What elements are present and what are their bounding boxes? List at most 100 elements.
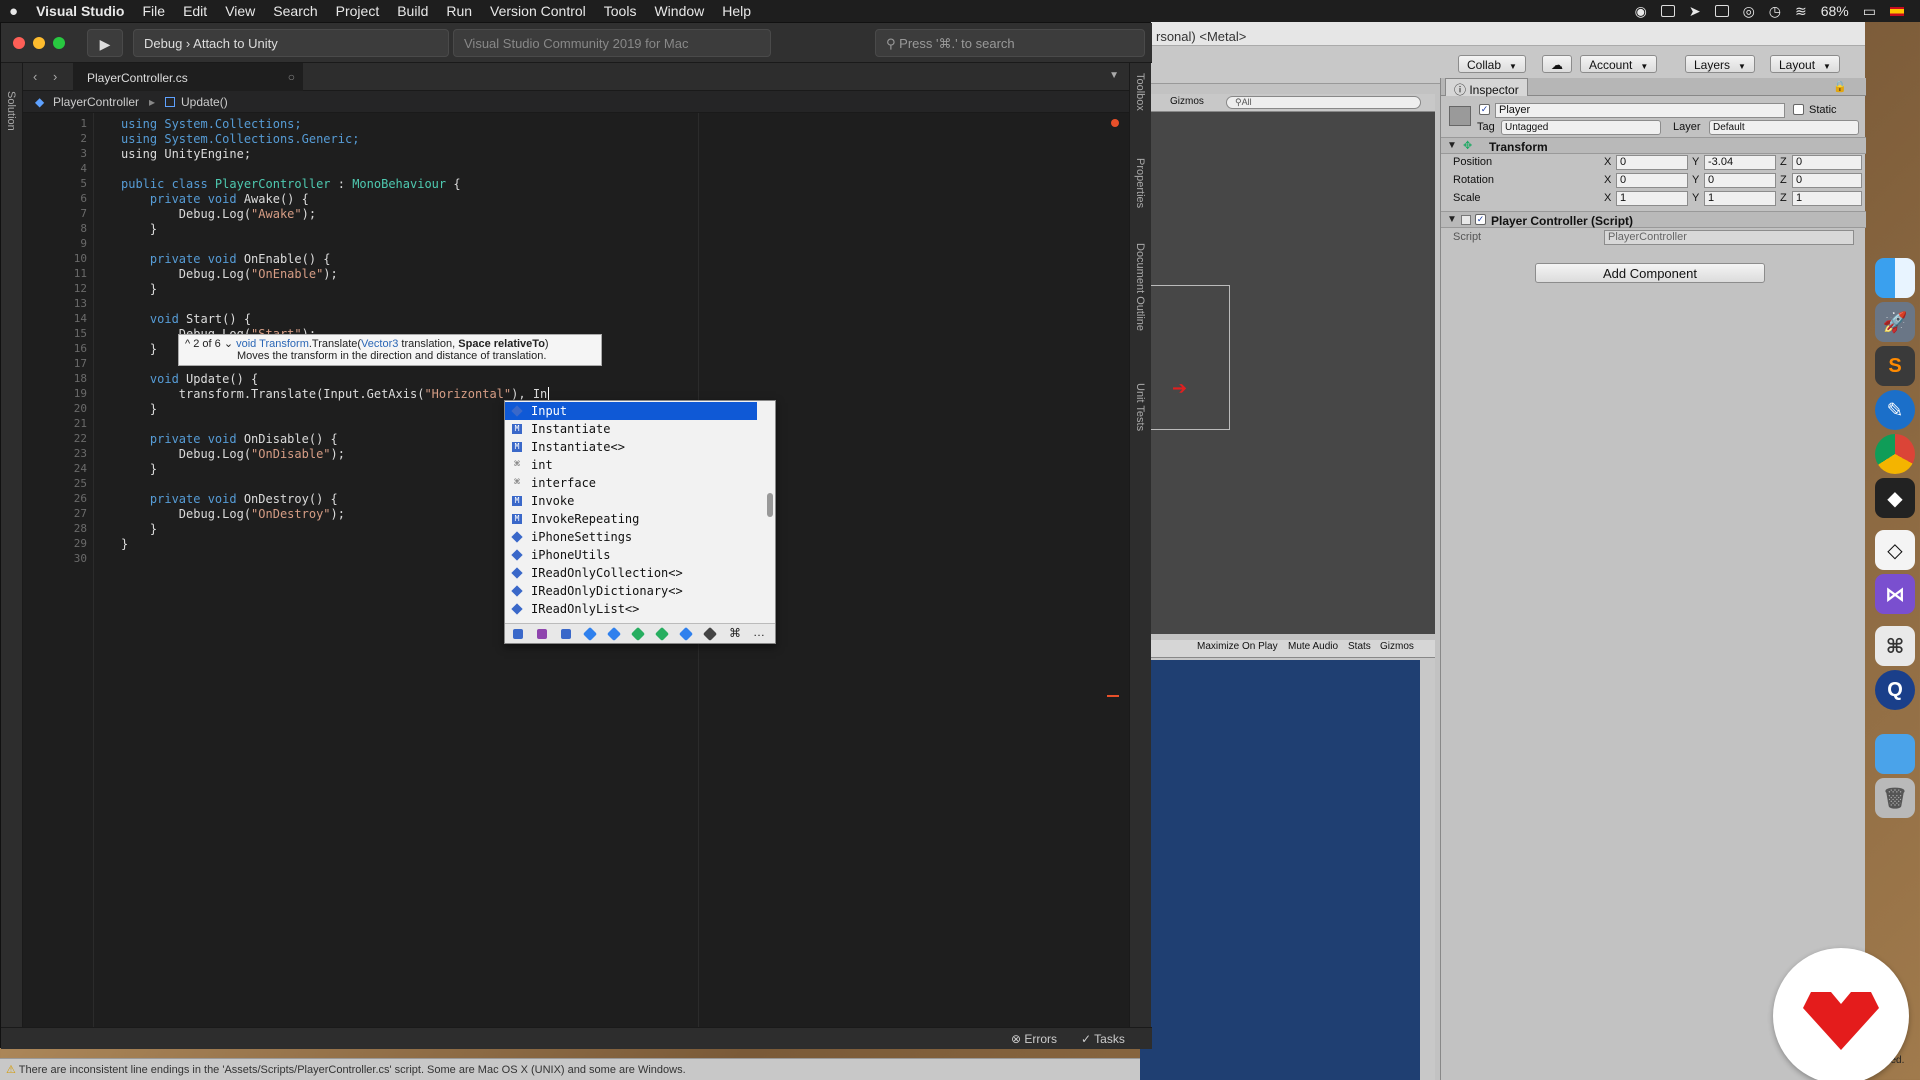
completion-item[interactable]: M Instantiate<> (505, 438, 757, 456)
game-viewport[interactable] (1140, 660, 1420, 1080)
filter-interface-icon[interactable] (606, 626, 622, 642)
script-field[interactable]: PlayerController (1604, 230, 1854, 245)
wifi-icon[interactable]: ≋ (1795, 3, 1807, 20)
finder-icon[interactable] (1875, 258, 1915, 298)
error-marker-icon[interactable] (1111, 119, 1119, 127)
transform-section[interactable]: ▼ ✥ Transform (1441, 137, 1866, 154)
launchpad-icon[interactable]: 🚀 (1875, 302, 1915, 342)
collapse-icon[interactable]: ▼ (1447, 214, 1457, 225)
filter-struct-icon[interactable] (630, 626, 646, 642)
scale-z-field[interactable]: 1 (1792, 191, 1862, 206)
tag-dropdown[interactable]: Untagged (1501, 120, 1661, 135)
close-window-icon[interactable] (13, 37, 25, 49)
inspector-tab[interactable]: ⓘ Inspector (1445, 78, 1528, 97)
completion-item[interactable]: ⌘ int (505, 456, 757, 474)
folder-icon[interactable] (1875, 734, 1915, 774)
position-x-field[interactable]: 0 (1616, 155, 1688, 170)
filter-property-icon[interactable] (537, 629, 547, 639)
completion-scrollbar[interactable] (767, 493, 773, 517)
completion-item[interactable]: IReadOnlyCollection<> (505, 564, 757, 582)
menu-window[interactable]: Window (645, 3, 713, 19)
apple-icon[interactable]: ● (0, 3, 27, 20)
layout-button[interactable]: Layout ▼ (1770, 55, 1840, 73)
location-icon[interactable]: ➤ (1689, 3, 1701, 20)
completion-item[interactable]: iPhoneUtils (505, 546, 757, 564)
overload-down-icon[interactable]: ⌄ (224, 338, 233, 350)
layer-dropdown[interactable]: Default (1709, 120, 1859, 135)
properties-pad[interactable]: Properties (1134, 158, 1146, 208)
breadcrumb-class[interactable]: PlayerController (53, 95, 139, 109)
position-z-field[interactable]: 0 (1792, 155, 1862, 170)
menu-app-name[interactable]: Visual Studio (27, 3, 133, 19)
trash-icon[interactable]: 🗑 (1875, 778, 1915, 818)
completion-item[interactable]: M Invoke (505, 492, 757, 510)
lock-icon[interactable]: 🔒 (1833, 80, 1847, 93)
filter-delegate-icon[interactable] (678, 626, 694, 642)
overload-up-icon[interactable]: ^ (185, 338, 190, 350)
stats-toggle[interactable]: Stats (1348, 641, 1371, 652)
menu-search[interactable]: Search (264, 3, 326, 19)
menu-view[interactable]: View (216, 3, 264, 19)
filter-enum-icon[interactable] (654, 626, 670, 642)
flag-icon[interactable] (1890, 6, 1904, 16)
position-y-field[interactable]: -3.04 (1704, 155, 1776, 170)
document-outline-pad[interactable]: Document Outline (1134, 243, 1146, 331)
player-controller-section[interactable]: ▼ ✓ Player Controller (Script) (1441, 211, 1866, 228)
unity-console-status[interactable]: ⚠ There are inconsistent line endings in… (0, 1058, 1140, 1080)
nav-back-icon[interactable]: ‹ (33, 69, 37, 84)
run-configuration[interactable]: Debug › Attach to Unity (133, 29, 449, 57)
menu-version-control[interactable]: Version Control (481, 3, 595, 19)
tab-close-icon[interactable]: ○ (288, 70, 295, 84)
menu-tools[interactable]: Tools (595, 3, 646, 19)
unity-icon[interactable]: ◇ (1875, 530, 1915, 570)
menu-run[interactable]: Run (437, 3, 481, 19)
cloud-icon[interactable]: ☁ (1542, 55, 1572, 73)
nav-forward-icon[interactable]: › (53, 69, 57, 84)
completion-item[interactable]: ⌘ interface (505, 474, 757, 492)
tab-playercontroller[interactable]: PlayerController.cs ○ (73, 63, 303, 91)
rotation-y-field[interactable]: 0 (1704, 173, 1776, 188)
battery-icon[interactable]: ▭ (1863, 3, 1876, 20)
battery-percent[interactable]: 68% (1821, 3, 1849, 19)
menu-edit[interactable]: Edit (174, 3, 216, 19)
game-gizmos-button[interactable]: Gizmos (1380, 641, 1414, 652)
completion-item[interactable]: M InvokeRepeating (505, 510, 757, 528)
tasks-button[interactable]: ✓ Tasks (1081, 1032, 1125, 1046)
rotation-x-field[interactable]: 0 (1616, 173, 1688, 188)
collab-button[interactable]: Collab ▼ (1458, 55, 1526, 73)
completion-item[interactable]: IReadOnlyDictionary<> (505, 582, 757, 600)
completion-item[interactable]: IReadOnlyList<> (505, 600, 757, 618)
completion-item[interactable]: iPhoneSettings (505, 528, 757, 546)
scene-gizmos-button[interactable]: Gizmos (1170, 96, 1204, 107)
scene-view[interactable]: Gizmos ⚲All ➔ (1140, 94, 1435, 634)
menu-build[interactable]: Build (388, 3, 437, 19)
errors-button[interactable]: ⊗ Errors (1011, 1032, 1057, 1046)
completion-item[interactable]: M Instantiate (505, 420, 757, 438)
filter-type-icon[interactable] (582, 626, 598, 642)
quicktime-icon[interactable]: Q (1875, 670, 1915, 710)
add-component-button[interactable]: Add Component (1535, 263, 1765, 283)
time-machine-icon[interactable]: ◷ (1769, 3, 1781, 20)
record-icon[interactable]: ◉ (1635, 3, 1647, 20)
component-enabled-checkbox[interactable]: ✓ (1475, 214, 1486, 225)
chrome-icon[interactable] (1875, 434, 1915, 474)
unity-hub-icon[interactable]: ◆ (1875, 478, 1915, 518)
filter-keyword-icon[interactable]: ⌘ (729, 626, 741, 640)
scene-search-input[interactable]: ⚲All (1226, 96, 1421, 109)
menu-help[interactable]: Help (713, 3, 760, 19)
account-button[interactable]: Account ▼ (1580, 55, 1658, 73)
zoom-window-icon[interactable] (53, 37, 65, 49)
menu-project[interactable]: Project (327, 3, 389, 19)
active-checkbox[interactable]: ✓ (1479, 104, 1490, 115)
completion-item[interactable]: Input (505, 402, 757, 420)
breadcrumb-method[interactable]: Update() (181, 95, 228, 109)
screen-icon[interactable] (1660, 5, 1675, 17)
filter-more-icon[interactable]: … (753, 625, 765, 639)
object-name-field[interactable]: Player (1495, 103, 1785, 118)
move-arrow-icon[interactable]: ➔ (1172, 378, 1187, 399)
layers-button[interactable]: Layers ▼ (1685, 55, 1755, 73)
keyboard-icon[interactable]: ⌘ (1875, 626, 1915, 666)
solution-pad[interactable]: Solution (5, 91, 17, 131)
tab-overflow-icon[interactable]: ▼ (1109, 70, 1119, 81)
filter-method-icon[interactable] (561, 629, 571, 639)
